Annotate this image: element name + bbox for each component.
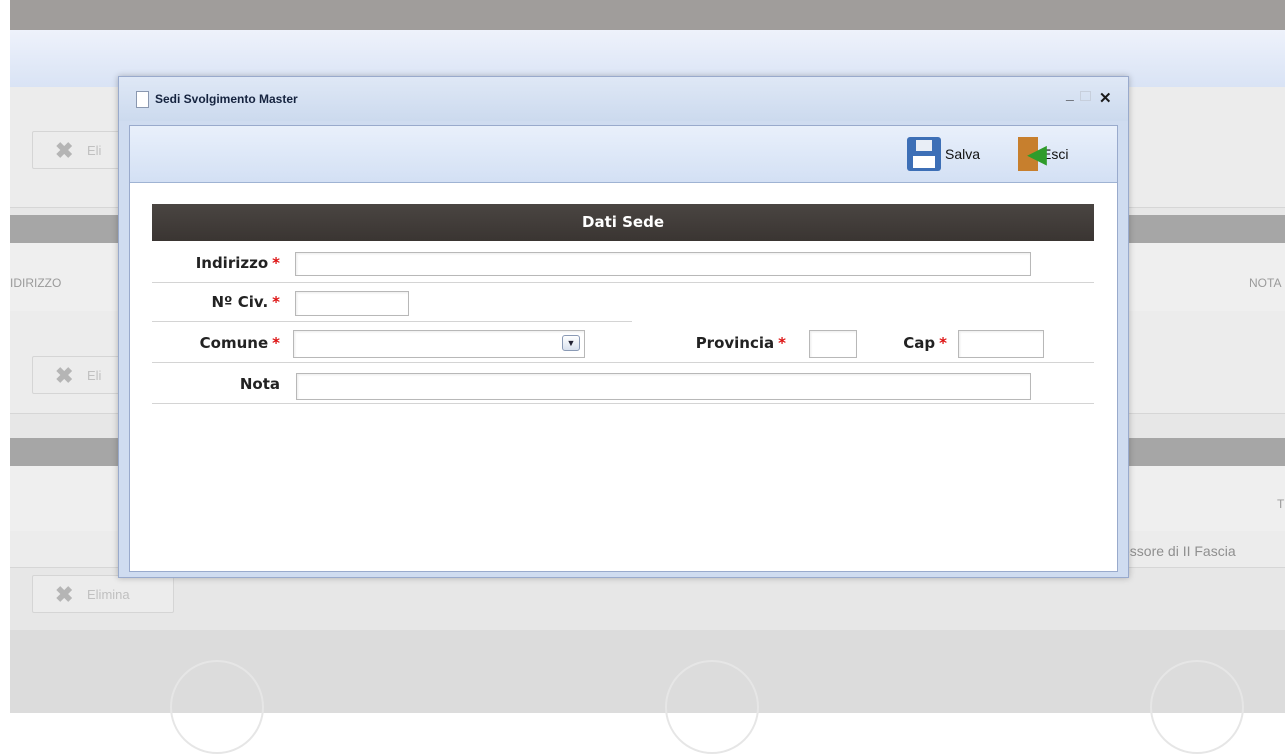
form-row-comune: Comune * ▼ Provincia * Cap * bbox=[152, 322, 1094, 363]
required-mark: * bbox=[272, 254, 280, 272]
background-row-text: essore di II Fascia bbox=[1122, 543, 1236, 559]
indirizzo-input[interactable] bbox=[295, 252, 1031, 276]
background-delete-button-3[interactable]: ✖ Elimina bbox=[32, 575, 174, 613]
form-row-civico: Nº Civ. * bbox=[152, 283, 632, 322]
modal-title: Sedi Svolgimento Master bbox=[155, 92, 298, 106]
toolbar: Salva ◀ Esci bbox=[130, 126, 1117, 183]
civico-label: Nº Civ. bbox=[211, 293, 269, 311]
cap-label: Cap bbox=[903, 334, 936, 352]
save-button[interactable]: Salva bbox=[907, 136, 980, 172]
required-mark: * bbox=[272, 293, 280, 311]
form-row-indirizzo: Indirizzo * bbox=[152, 242, 1094, 283]
required-mark: * bbox=[272, 334, 280, 352]
save-label: Salva bbox=[945, 146, 981, 162]
exit-button[interactable]: ◀ Esci bbox=[1018, 136, 1068, 172]
civico-input[interactable] bbox=[295, 291, 409, 316]
top-bar bbox=[0, 0, 1285, 30]
minimize-button[interactable]: _ bbox=[1066, 86, 1074, 102]
watermark-logo bbox=[1150, 660, 1244, 754]
modal-body: Salva ◀ Esci Dati Sede Indirizzo * Nº Civ… bbox=[129, 125, 1118, 572]
required-mark: * bbox=[939, 334, 947, 352]
delete-x-icon: ✖ bbox=[55, 363, 74, 388]
column-header-t: T bbox=[1277, 497, 1285, 511]
form-row-nota: Nota bbox=[152, 363, 1094, 404]
sedi-modal-window: Sedi Svolgimento Master _ ✕ Salva ◀ Esci… bbox=[118, 76, 1129, 578]
select-chevron-icon[interactable]: ▼ bbox=[562, 335, 580, 351]
provincia-input[interactable] bbox=[809, 330, 857, 358]
required-mark: * bbox=[778, 334, 786, 352]
watermark-logo bbox=[665, 660, 759, 754]
comune-select[interactable]: ▼ bbox=[293, 330, 585, 358]
cap-input[interactable] bbox=[958, 330, 1044, 358]
exit-door-icon: ◀ bbox=[1018, 137, 1046, 171]
modal-title-bar[interactable]: Sedi Svolgimento Master _ ✕ bbox=[119, 77, 1128, 121]
close-button[interactable]: ✕ bbox=[1099, 89, 1112, 107]
column-header-indirizzo: IDIRIZZO bbox=[10, 276, 62, 290]
maximize-button[interactable] bbox=[1080, 91, 1091, 101]
indirizzo-label: Indirizzo bbox=[195, 254, 269, 272]
comune-label: Comune bbox=[199, 334, 269, 352]
provincia-label: Provincia bbox=[695, 334, 775, 352]
delete-x-icon: ✖ bbox=[55, 138, 74, 163]
watermark-logo bbox=[170, 660, 264, 754]
save-floppy-icon bbox=[907, 137, 941, 171]
section-header-dati-sede: Dati Sede bbox=[152, 204, 1094, 241]
nota-label: Nota bbox=[239, 375, 280, 393]
background-footer bbox=[10, 630, 1285, 754]
document-icon bbox=[136, 91, 149, 108]
nota-input[interactable] bbox=[296, 373, 1031, 400]
column-header-nota: NOTA bbox=[1249, 276, 1282, 290]
delete-x-icon: ✖ bbox=[55, 582, 74, 607]
